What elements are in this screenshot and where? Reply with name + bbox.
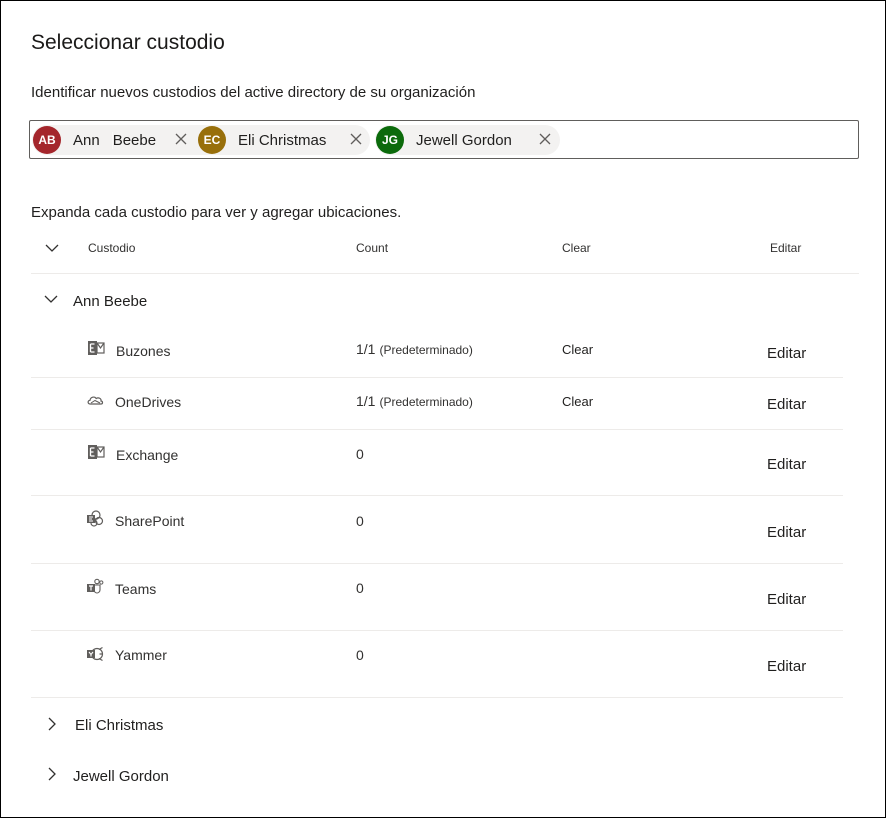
row-divider [31,630,843,631]
avatar: EC [198,126,226,154]
location-count: 1/1 (Predeterminado) [356,393,473,409]
location-label: Teams [115,581,157,597]
row-divider [31,429,843,430]
edit-button[interactable]: Editar [767,658,806,675]
location-label: Exchange [116,447,179,463]
column-header-count[interactable]: Count [356,241,388,255]
collapse-chevron-icon[interactable] [44,292,58,306]
row-divider [31,377,843,378]
custodian-chip-ann-beebe[interactable]: AB Ann Beebe [32,125,220,155]
picker-description: Identificar nuevos custodios del active … [31,84,476,101]
location-count: 0 [356,580,364,596]
row-divider [31,495,843,496]
exchange-mailbox-icon [88,341,105,355]
chip-last-name: Beebe [111,131,157,149]
remove-chip-icon[interactable] [174,132,188,146]
collapse-all-chevron-icon[interactable] [45,241,59,255]
custodian-picker-input[interactable]: AB Ann Beebe EC Eli Christmas JG Jewell … [29,120,859,159]
edit-button[interactable]: Editar [767,524,806,541]
chip-first-name: Ann [73,131,100,149]
onedrive-cloud-icon [87,396,104,405]
location-count: 0 [356,446,364,462]
location-count: 0 [356,647,364,663]
custodian-chip-jewell-gordon[interactable]: JG Jewell Gordon [375,125,560,155]
edit-button[interactable]: Editar [767,345,806,362]
location-label: SharePoint [115,513,185,529]
location-count: 0 [356,513,364,529]
sharepoint-icon [87,510,104,527]
header-divider [31,273,859,274]
custodian-chip-eli-christmas[interactable]: EC Eli Christmas [197,125,370,155]
edit-button[interactable]: Editar [767,396,806,413]
custodian-name-jewell-gordon[interactable]: Jewell Gordon [73,768,169,785]
avatar: AB [33,126,61,154]
remove-chip-icon[interactable] [349,132,363,146]
chip-name: Eli Christmas [238,131,327,149]
custodian-name-ann-beebe[interactable]: Ann Beebe [73,293,147,310]
row-divider [31,697,843,698]
exchange-icon [88,445,105,459]
location-label: Yammer [115,647,167,663]
remove-chip-icon[interactable] [538,132,552,146]
avatar: JG [376,126,404,154]
custodian-name-eli-christmas[interactable]: Eli Christmas [75,717,163,734]
location-label: OneDrives [115,394,182,410]
location-count: 1/1 (Predeterminado) [356,341,473,357]
teams-icon [87,578,104,594]
clear-button[interactable]: Clear [562,394,593,409]
select-custodian-panel: Seleccionar custodio Identificar nuevos … [0,0,886,818]
expand-chevron-icon[interactable] [45,717,59,731]
clear-button[interactable]: Clear [562,342,593,357]
column-header-custodian[interactable]: Custodio [88,241,135,255]
expand-instructions: Expanda cada custodio para ver y agregar… [31,204,402,221]
yammer-icon [87,646,104,662]
panel-title: Seleccionar custodio [31,31,225,54]
column-header-clear[interactable]: Clear [562,241,591,255]
chip-name: Jewell Gordon [416,131,512,149]
expand-chevron-icon[interactable] [45,767,59,781]
location-label: Buzones [116,343,171,359]
row-divider [31,563,843,564]
edit-button[interactable]: Editar [767,591,806,608]
edit-button[interactable]: Editar [767,456,806,473]
column-header-edit[interactable]: Editar [770,241,801,255]
